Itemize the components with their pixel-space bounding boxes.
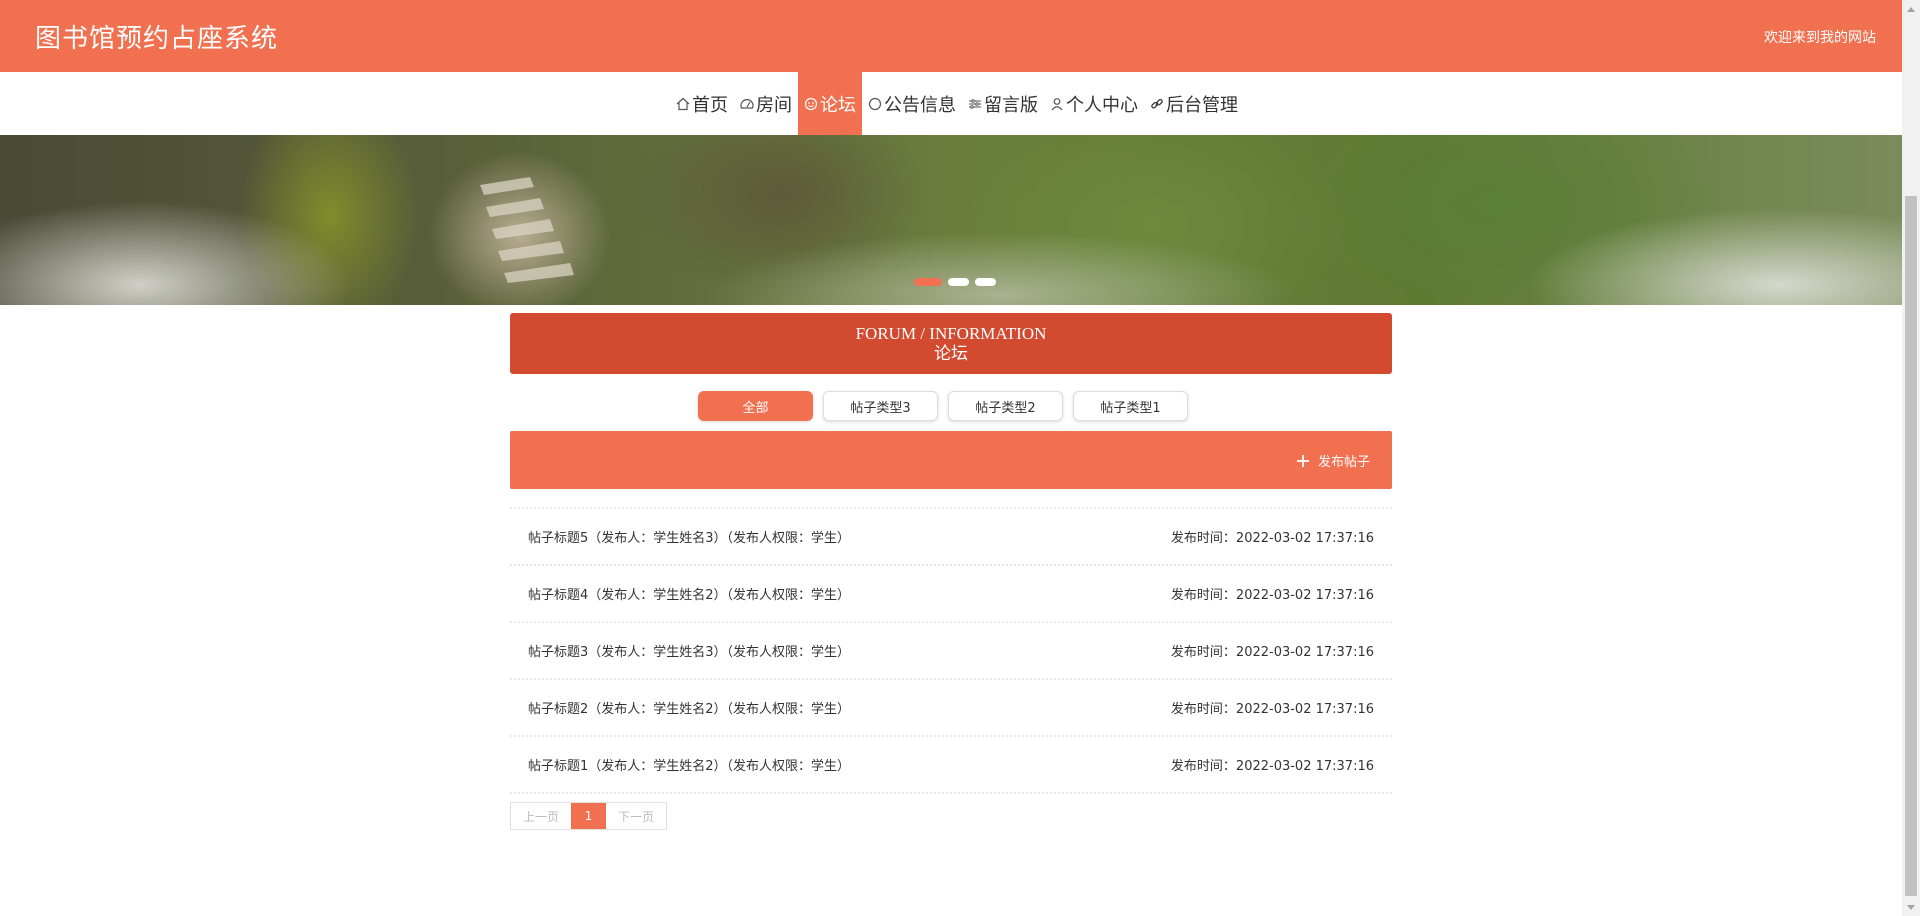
welcome-text: 欢迎来到我的网站	[1764, 30, 1876, 46]
banner-image-stairs	[480, 177, 574, 283]
section-title-en: FORUM / INFORMATION	[855, 324, 1047, 343]
prev-page-button[interactable]: 上一页	[511, 803, 571, 829]
sliders-icon	[969, 98, 981, 109]
chevron-down-icon	[1907, 904, 1915, 910]
nav-label: 首页	[692, 94, 728, 116]
list-item[interactable]: 帖子标题2（发布人：学生姓名2）（发布人权限：学生） 发布时间：2022-03-…	[510, 678, 1392, 734]
carousel-dot[interactable]	[948, 278, 969, 286]
category-type-1[interactable]: 帖子类型1	[1073, 391, 1188, 421]
chevron-up-icon	[1907, 6, 1915, 12]
nav-item-rooms[interactable]: 房间	[734, 72, 798, 135]
nav-label: 论坛	[820, 94, 856, 116]
nav-label: 个人中心	[1066, 94, 1138, 116]
list-item[interactable]: 帖子标题1（发布人：学生姓名2）（发布人权限：学生） 发布时间：2022-03-…	[510, 735, 1392, 791]
page: 图书馆预约占座系统 欢迎来到我的网站 首页 房间 论坛 公告信息 留言版 个人中…	[0, 0, 1902, 916]
list-item[interactable]: 帖子标题3（发布人：学生姓名3）（发布人权限：学生） 发布时间：2022-03-…	[510, 621, 1392, 677]
post-title[interactable]: 帖子标题2（发布人：学生姓名2）（发布人权限：学生）	[528, 698, 850, 717]
post-list: 帖子标题5（发布人：学生姓名3）（发布人权限：学生） 发布时间：2022-03-…	[510, 507, 1392, 794]
home-icon	[676, 97, 690, 110]
nav-item-messages[interactable]: 留言版	[962, 72, 1044, 135]
nav-label: 留言版	[984, 94, 1038, 116]
scroll-thumb[interactable]	[1905, 196, 1917, 896]
list-item[interactable]: 帖子标题4（发布人：学生姓名2）（发布人权限：学生） 发布时间：2022-03-…	[510, 564, 1392, 620]
vertical-scrollbar[interactable]	[1902, 0, 1920, 916]
nav-item-notices[interactable]: 公告信息	[862, 72, 962, 135]
gauge-icon	[740, 98, 754, 109]
post-time: 发布时间：2022-03-02 17:37:16	[1170, 701, 1374, 717]
section-title-zh: 论坛	[934, 344, 968, 363]
post-time: 发布时间：2022-03-02 17:37:16	[1170, 644, 1374, 660]
category-type-2[interactable]: 帖子类型2	[948, 391, 1063, 421]
top-header: 图书馆预约占座系统 欢迎来到我的网站	[0, 0, 1902, 72]
forum-content: FORUM / INFORMATION 论坛 全部 帖子类型3 帖子类型2 帖子…	[510, 313, 1392, 830]
main-nav: 首页 房间 论坛 公告信息 留言版 个人中心 后台管理	[0, 72, 1902, 135]
site-title[interactable]: 图书馆预约占座系统	[35, 18, 278, 55]
post-time: 发布时间：2022-03-02 17:37:16	[1170, 530, 1374, 546]
post-title[interactable]: 帖子标题1（发布人：学生姓名2）（发布人权限：学生）	[528, 755, 850, 774]
nav-item-profile[interactable]: 个人中心	[1044, 72, 1144, 135]
category-all[interactable]: 全部	[698, 391, 813, 421]
nav-label: 后台管理	[1166, 94, 1238, 116]
forum-icon	[804, 97, 818, 110]
list-divider	[510, 792, 1392, 794]
post-time: 发布时间：2022-03-02 17:37:16	[1170, 587, 1374, 603]
nav-item-forum[interactable]: 论坛	[798, 72, 862, 135]
post-title[interactable]: 帖子标题4（发布人：学生姓名2）（发布人权限：学生）	[528, 584, 850, 603]
publish-post-label: 发布帖子	[1317, 455, 1370, 470]
post-title[interactable]: 帖子标题3（发布人：学生姓名3）（发布人权限：学生）	[528, 641, 850, 660]
user-icon	[1051, 97, 1063, 110]
nav-label: 公告信息	[884, 94, 956, 116]
current-page[interactable]: 1	[571, 803, 606, 829]
nav-item-admin[interactable]: 后台管理	[1144, 72, 1244, 135]
link-icon	[1151, 98, 1163, 109]
carousel-indicators	[914, 278, 996, 286]
carousel-dot[interactable]	[914, 278, 942, 286]
nav-item-home[interactable]: 首页	[670, 72, 734, 135]
category-type-3[interactable]: 帖子类型3	[823, 391, 938, 421]
carousel-dot[interactable]	[975, 278, 996, 286]
post-time: 发布时间：2022-03-02 17:37:16	[1170, 758, 1374, 774]
circle-icon	[868, 97, 882, 110]
scroll-up-arrow[interactable]	[1902, 0, 1920, 17]
post-title[interactable]: 帖子标题5（发布人：学生姓名3）（发布人权限：学生）	[528, 527, 850, 546]
scroll-down-arrow[interactable]	[1902, 899, 1920, 916]
pagination: 上一页 1 下一页	[510, 802, 667, 830]
next-page-button[interactable]: 下一页	[606, 803, 666, 829]
category-filter: 全部 帖子类型3 帖子类型2 帖子类型1	[698, 391, 1188, 421]
post-toolbar: 发布帖子	[510, 431, 1392, 489]
list-item[interactable]: 帖子标题5（发布人：学生姓名3）（发布人权限：学生） 发布时间：2022-03-…	[510, 507, 1392, 563]
publish-post-button[interactable]: 发布帖子	[1296, 451, 1370, 470]
plus-icon	[1296, 454, 1309, 467]
section-header: FORUM / INFORMATION 论坛	[510, 313, 1392, 374]
nav-label: 房间	[756, 94, 792, 116]
